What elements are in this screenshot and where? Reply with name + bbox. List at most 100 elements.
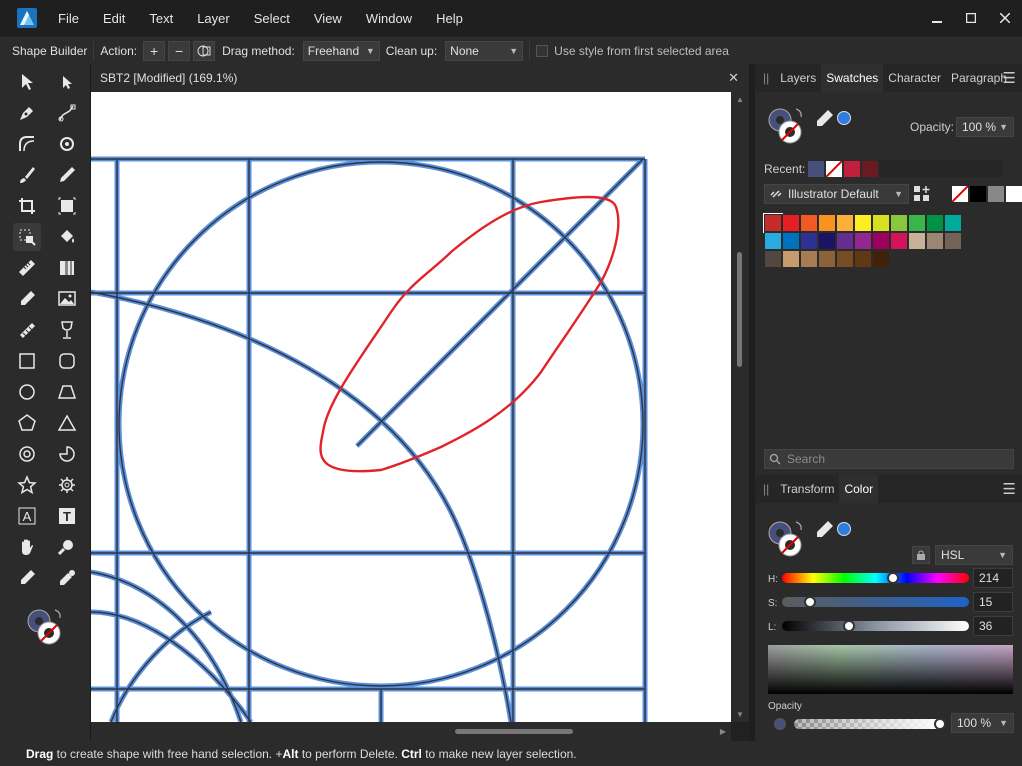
- color-spectrum-box[interactable]: [768, 645, 1013, 694]
- artboard-tool[interactable]: [53, 192, 81, 220]
- palette-swatch[interactable]: [872, 214, 890, 232]
- horizontal-scroll-thumb[interactable]: [455, 729, 573, 734]
- hue-slider[interactable]: [782, 573, 969, 583]
- palette-swatch[interactable]: [872, 250, 890, 268]
- panel-grip-icon[interactable]: ||: [763, 482, 769, 496]
- zoom-tool[interactable]: [53, 533, 81, 561]
- recent-swatch[interactable]: [807, 160, 825, 178]
- tab-color[interactable]: Color: [839, 475, 879, 503]
- drag-method-select[interactable]: Freehand ▼: [302, 40, 380, 61]
- palette-swatch[interactable]: [818, 232, 836, 250]
- close-window-button[interactable]: [988, 0, 1022, 36]
- palette-swatch[interactable]: [836, 214, 854, 232]
- opacity-select[interactable]: 100 % ▼: [956, 117, 1014, 137]
- color-fill-stroke[interactable]: [766, 519, 808, 561]
- saturation-value-field[interactable]: 15: [973, 592, 1013, 612]
- palette-swatch[interactable]: [944, 214, 962, 232]
- move-tool[interactable]: [13, 68, 41, 96]
- donut-tool[interactable]: [13, 440, 41, 468]
- panel-menu-icon[interactable]: ☰: [1003, 480, 1016, 498]
- place-image-tool[interactable]: [53, 285, 81, 313]
- shape-builder-artwork[interactable]: [91, 92, 731, 722]
- vector-brush-tool[interactable]: [13, 316, 41, 344]
- pen-tool[interactable]: [13, 99, 41, 127]
- transparency-tool[interactable]: [53, 254, 81, 282]
- crop-tool[interactable]: [13, 192, 41, 220]
- minimize-button[interactable]: [920, 0, 954, 36]
- opacity-slider-knob[interactable]: [934, 718, 946, 730]
- palette-swatch[interactable]: [926, 232, 944, 250]
- swatch-none[interactable]: [951, 185, 969, 203]
- menu-window[interactable]: Window: [366, 11, 412, 26]
- affinity-designer-logo-icon[interactable]: [17, 8, 37, 28]
- lightness-value-field[interactable]: 36: [973, 616, 1013, 636]
- color-mode-select[interactable]: HSL ▼: [935, 545, 1013, 565]
- action-intersect-button[interactable]: [193, 40, 216, 61]
- menu-layer[interactable]: Layer: [197, 11, 230, 26]
- star-tool[interactable]: [13, 471, 41, 499]
- eyedropper-icon[interactable]: [815, 519, 835, 539]
- palette-swatch[interactable]: [782, 214, 800, 232]
- palette-swatch[interactable]: [800, 250, 818, 268]
- palette-swatch[interactable]: [872, 232, 890, 250]
- maximize-button[interactable]: [954, 0, 988, 36]
- cog-tool[interactable]: [53, 471, 81, 499]
- eyedropper-icon[interactable]: [815, 108, 835, 128]
- view-tool[interactable]: [13, 533, 41, 561]
- swatch-gray[interactable]: [987, 185, 1005, 203]
- artboard[interactable]: [91, 92, 731, 722]
- palette-swatch[interactable]: [926, 214, 944, 232]
- recent-swatch-none[interactable]: [825, 160, 843, 178]
- palette-swatch[interactable]: [944, 232, 962, 250]
- lightness-slider[interactable]: [782, 621, 969, 631]
- tab-transform[interactable]: Transform: [775, 475, 839, 503]
- action-subtract-button[interactable]: −: [168, 40, 191, 61]
- recent-swatch[interactable]: [861, 160, 879, 178]
- panel-menu-icon[interactable]: ☰: [1003, 69, 1016, 87]
- palette-swatch[interactable]: [854, 214, 872, 232]
- color-picker-2-tool[interactable]: [13, 564, 41, 592]
- palette-swatch[interactable]: [854, 250, 872, 268]
- menu-select[interactable]: Select: [254, 11, 290, 26]
- rectangle-tool[interactable]: [13, 347, 41, 375]
- menu-file[interactable]: File: [58, 11, 79, 26]
- recent-swatch[interactable]: [843, 160, 861, 178]
- palette-swatch[interactable]: [782, 250, 800, 268]
- menu-help[interactable]: Help: [436, 11, 463, 26]
- color-sampler-tool[interactable]: [53, 564, 81, 592]
- palette-swatch[interactable]: [800, 214, 818, 232]
- palette-swatch[interactable]: [782, 232, 800, 250]
- use-style-checkbox[interactable]: [536, 44, 549, 57]
- wine-glass-tool[interactable]: [53, 316, 81, 344]
- panel-grip-icon[interactable]: ||: [763, 71, 769, 85]
- polygon-tool[interactable]: [13, 409, 41, 437]
- node-tool[interactable]: [53, 68, 81, 96]
- saturation-slider-knob[interactable]: [804, 596, 817, 608]
- palette-swatch[interactable]: [764, 232, 782, 250]
- corner-tool[interactable]: [13, 130, 41, 158]
- menu-text[interactable]: Text: [149, 11, 173, 26]
- palette-swatch[interactable]: [854, 232, 872, 250]
- tab-character[interactable]: Character: [883, 64, 946, 92]
- accent-color-dot[interactable]: [837, 111, 851, 125]
- palette-select[interactable]: Illustrator Default ▼: [764, 184, 909, 204]
- palette-swatch[interactable]: [908, 232, 926, 250]
- scroll-up-icon[interactable]: ▲: [736, 95, 744, 104]
- artistic-text-tool[interactable]: A: [13, 502, 41, 530]
- palette-swatch[interactable]: [836, 250, 854, 268]
- scroll-right-icon[interactable]: ▶: [720, 727, 726, 736]
- color-opacity-select[interactable]: 100 % ▼: [951, 713, 1014, 733]
- vertical-scrollbar[interactable]: ▲ ▼: [731, 92, 749, 722]
- canvas-area[interactable]: ▲ ▼ ▶: [91, 92, 749, 741]
- brush-tool[interactable]: [13, 161, 41, 189]
- close-document-icon[interactable]: ✕: [728, 70, 739, 86]
- tab-swatches[interactable]: Swatches: [821, 64, 884, 92]
- palette-swatch[interactable]: [908, 214, 926, 232]
- color-picker-tool[interactable]: [13, 285, 41, 313]
- palette-swatch[interactable]: [763, 213, 783, 233]
- opacity-slider[interactable]: [794, 719, 941, 729]
- palette-swatch[interactable]: [818, 214, 836, 232]
- hue-value-field[interactable]: 214: [973, 568, 1013, 588]
- hue-slider-knob[interactable]: [887, 572, 900, 584]
- triangle-tool[interactable]: [53, 409, 81, 437]
